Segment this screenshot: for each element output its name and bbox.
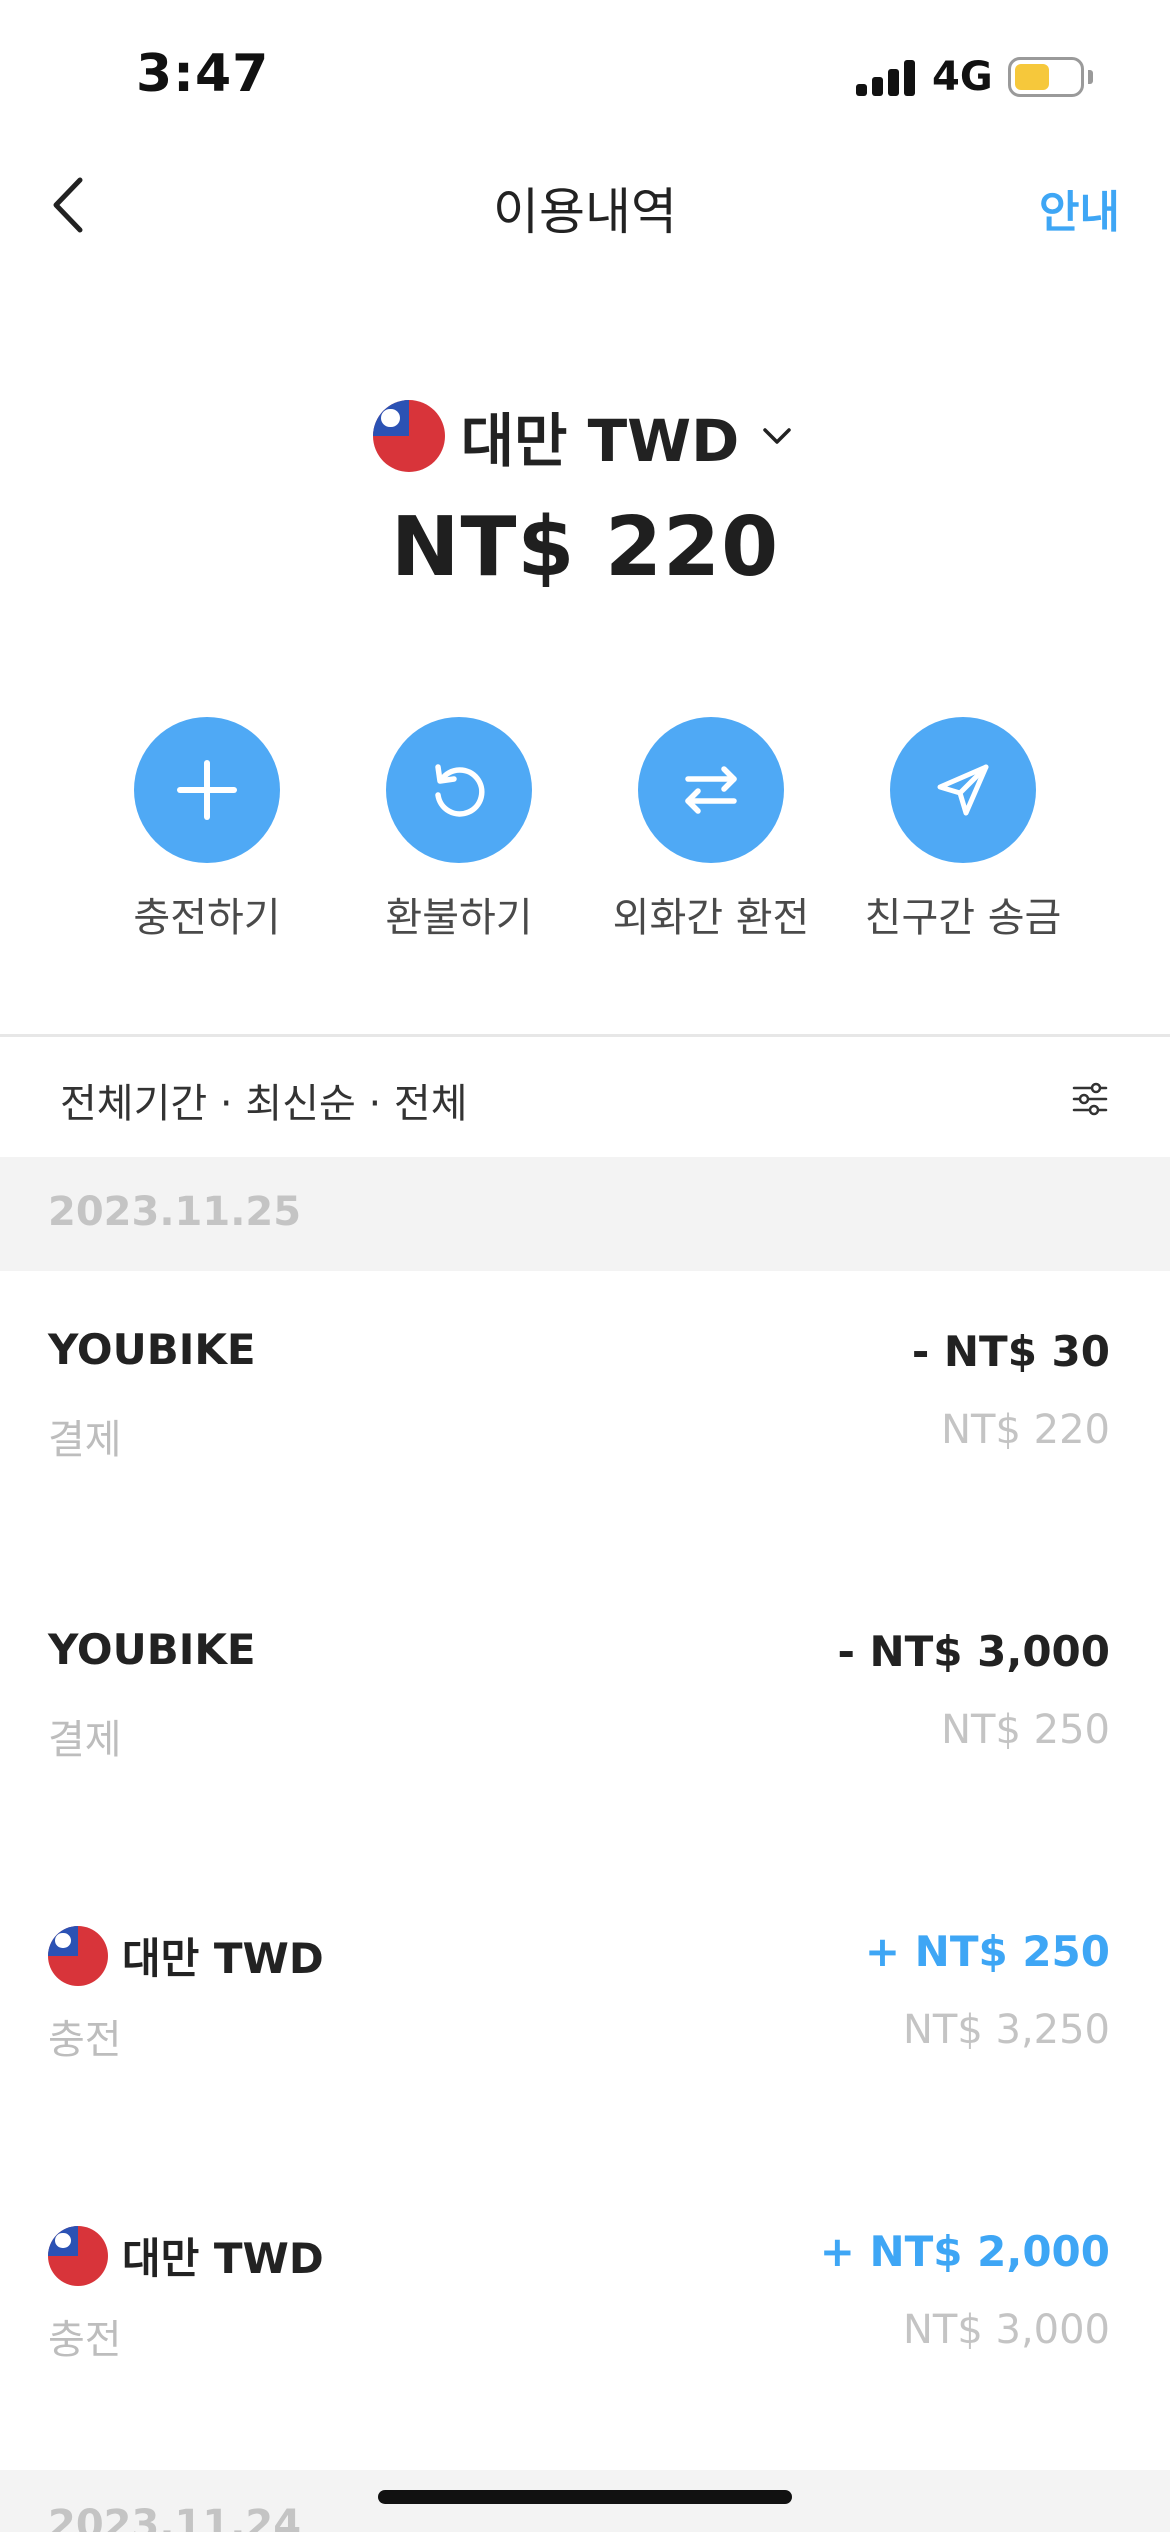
page-title: 이용내역 xyxy=(493,183,677,241)
transaction-type: 결제 xyxy=(48,1417,122,1463)
nav-bar: 이용내역 안내 xyxy=(0,150,1170,260)
send-label: 친구간 송금 xyxy=(864,895,1062,941)
transaction-type: 결제 xyxy=(48,1717,122,1763)
balance-amount: NT$ 220 xyxy=(390,500,780,595)
battery-icon xyxy=(1008,57,1084,97)
charge-button[interactable]: 충전하기 xyxy=(92,717,322,943)
transaction-row[interactable]: 대만 TWD 충전 + NT$ 250 NT$ 3,250 xyxy=(0,1871,1170,2171)
transaction-balance: NT$ 3,000 xyxy=(902,2307,1110,2353)
action-circle xyxy=(638,717,784,863)
date-label: 2023.11.24 xyxy=(48,2502,302,2532)
send-button[interactable]: 친구간 송금 xyxy=(848,717,1078,943)
filter-settings-icon[interactable] xyxy=(1070,1079,1110,1119)
transaction-title: YOUBIKE xyxy=(48,1625,256,1674)
transaction-merchant: 대만 TWD xyxy=(122,2234,324,2283)
charge-label: 충전하기 xyxy=(133,895,281,941)
battery-tip xyxy=(1088,70,1093,84)
transaction-title: 대만 TWD xyxy=(48,1925,324,1986)
transaction-balance: NT$ 250 xyxy=(941,1707,1110,1753)
screen: 3:47 4G 이용내역 안내 대만 TWD NT$ 220 충전하기 환불하기… xyxy=(0,0,1170,2532)
transaction-merchant: YOUBIKE xyxy=(48,1325,256,1374)
exchange-button[interactable]: 외화간 환전 xyxy=(596,717,826,943)
date-header: 2023.11.25 xyxy=(0,1157,1170,1271)
exchange-label: 외화간 환전 xyxy=(612,895,810,941)
plus-icon xyxy=(177,760,237,820)
transaction-amount: - NT$ 30 xyxy=(911,1327,1110,1376)
transaction-type: 충전 xyxy=(48,2317,122,2363)
transaction-merchant: YOUBIKE xyxy=(48,1625,256,1674)
info-button[interactable]: 안내 xyxy=(1039,176,1120,240)
transaction-type: 충전 xyxy=(48,2017,122,2063)
filter-summary[interactable]: 전체기간 · 최신순 · 전체 xyxy=(60,1071,468,1129)
exchange-icon xyxy=(685,766,737,814)
taiwan-flag-icon xyxy=(48,1925,108,1986)
transaction-row[interactable]: 대만 TWD 충전 + NT$ 2,000 NT$ 3,000 xyxy=(0,2171,1170,2471)
currency-name: 대만 TWD xyxy=(460,407,740,475)
taiwan-flag-icon xyxy=(372,400,445,472)
refund-icon xyxy=(435,764,485,817)
chevron-down-icon xyxy=(763,428,792,444)
action-circle xyxy=(386,717,532,863)
transaction-balance: NT$ 3,250 xyxy=(902,2007,1110,2053)
transaction-merchant: 대만 TWD xyxy=(122,1934,324,1983)
status-time: 3:47 xyxy=(136,44,270,104)
transaction-amount: + NT$ 2,000 xyxy=(819,2227,1110,2276)
transaction-title: 대만 TWD xyxy=(48,2225,324,2286)
transaction-row[interactable]: YOUBIKE 결제 - NT$ 3,000 NT$ 250 xyxy=(0,1571,1170,1871)
refund-label: 환불하기 xyxy=(385,895,533,941)
send-icon xyxy=(937,764,989,816)
refund-button[interactable]: 환불하기 xyxy=(344,717,574,943)
currency-selector[interactable]: 대만 TWD xyxy=(0,398,1170,475)
transaction-amount: + NT$ 250 xyxy=(864,1927,1110,1976)
taiwan-flag-icon xyxy=(48,2225,108,2286)
action-row: 충전하기 환불하기 외화간 환전 친구간 송금 xyxy=(0,717,1170,947)
status-bar: 3:47 4G xyxy=(0,0,1170,150)
action-circle xyxy=(134,717,280,863)
transaction-row[interactable]: YOUBIKE 결제 - NT$ 30 NT$ 220 xyxy=(0,1271,1170,1571)
action-circle xyxy=(890,717,1036,863)
network-label: 4G xyxy=(932,54,993,100)
transaction-title: YOUBIKE xyxy=(48,1325,256,1374)
signal-icon xyxy=(856,58,916,96)
transaction-balance: NT$ 220 xyxy=(941,1407,1110,1453)
filter-bar: 전체기간 · 최신순 · 전체 xyxy=(0,1037,1170,1157)
date-label: 2023.11.25 xyxy=(48,1189,302,1235)
transaction-amount: - NT$ 3,000 xyxy=(837,1627,1110,1676)
home-indicator[interactable] xyxy=(378,2490,792,2504)
